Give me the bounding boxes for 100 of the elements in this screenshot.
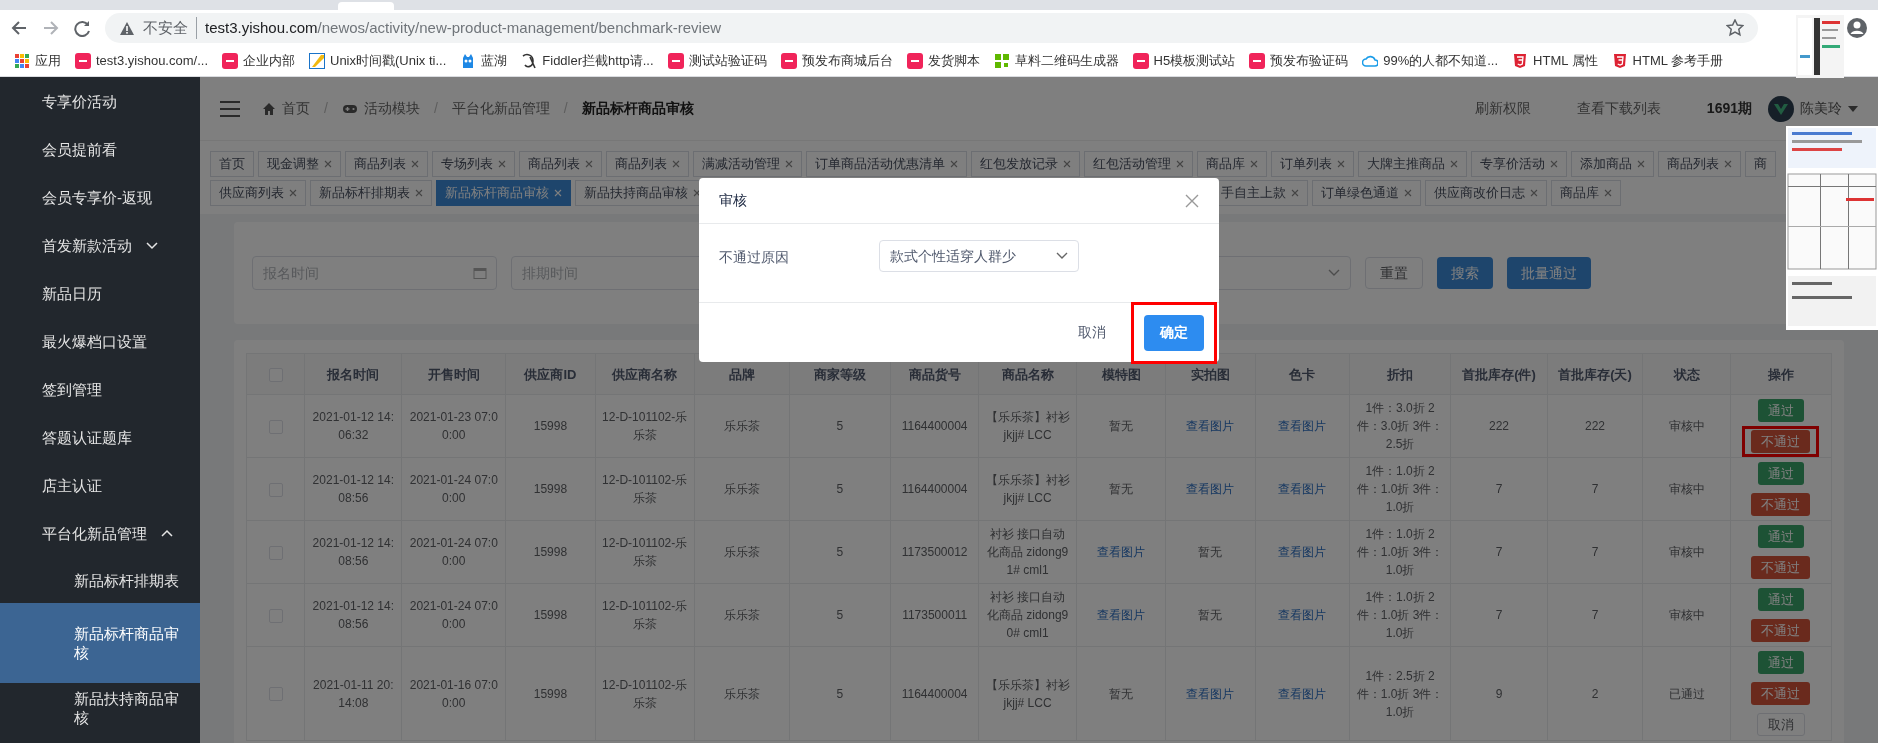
sidebar-item[interactable]: 首发新款活动 bbox=[0, 221, 200, 269]
cancel-button[interactable]: 取消 bbox=[1072, 314, 1112, 351]
select-field[interactable]: 款式个性适穿人群少 bbox=[879, 240, 1079, 272]
page-tab[interactable]: 供应商改价日志 bbox=[1425, 180, 1547, 206]
page-tab[interactable]: 订单列表 bbox=[1271, 151, 1354, 177]
table-cell: 15998 bbox=[533, 608, 568, 622]
page-tab[interactable]: 商 bbox=[1745, 151, 1776, 177]
sidebar-item[interactable]: 新品标杆商品审核 bbox=[0, 603, 200, 683]
page-tab[interactable]: 满减活动管理 bbox=[693, 151, 802, 177]
star-icon[interactable] bbox=[1726, 19, 1744, 37]
sidebar-item[interactable]: 专享价活动 bbox=[0, 77, 200, 125]
page-tab[interactable]: 商品列表 bbox=[1658, 151, 1741, 177]
approve-button[interactable]: 通过 bbox=[1757, 462, 1804, 485]
table-cell: 暂无 bbox=[1109, 686, 1134, 701]
view-image-link[interactable]: 查看图片 bbox=[1278, 545, 1327, 559]
reload-icon[interactable] bbox=[74, 19, 91, 37]
page-tab[interactable]: 首页 bbox=[210, 151, 254, 177]
page-tab[interactable]: 新品标杆排期表 bbox=[310, 180, 432, 206]
sidebar-item[interactable]: 新品扶持商品审核 bbox=[0, 683, 200, 733]
sidebar-item[interactable]: 店主认证 bbox=[0, 461, 200, 509]
bookmark[interactable]: 草料二维码生成器 bbox=[993, 51, 1119, 71]
confirm-button[interactable]: 确定 bbox=[1144, 314, 1204, 351]
avatar[interactable] bbox=[1768, 95, 1794, 122]
bookmark[interactable]: 应用 bbox=[14, 51, 61, 71]
bookmark[interactable]: HTML 参考手册 bbox=[1611, 51, 1724, 71]
bookmark[interactable]: 发货脚本 bbox=[906, 51, 980, 71]
view-image-link[interactable]: 查看图片 bbox=[1278, 419, 1327, 433]
view-image-link[interactable]: 查看图片 bbox=[1186, 419, 1235, 433]
header-link[interactable]: 查看下载列表 bbox=[1576, 98, 1661, 119]
reject-button[interactable]: 不通过 bbox=[1751, 556, 1811, 579]
user-menu[interactable]: 陈美玲 bbox=[1800, 98, 1858, 119]
bookmark[interactable]: H5模板测试站 bbox=[1132, 51, 1236, 71]
sidebar-item[interactable]: 最火爆档口设置 bbox=[0, 317, 200, 365]
bookmark[interactable]: Fiddler拦截http请... bbox=[521, 51, 654, 71]
view-image-link[interactable]: 查看图片 bbox=[1186, 686, 1235, 701]
page-tab[interactable]: 订单商品活动优惠清单 bbox=[806, 151, 967, 177]
view-image-link[interactable]: 查看图片 bbox=[1097, 545, 1146, 559]
page-tab[interactable]: 订单绿色通道 bbox=[1312, 180, 1421, 206]
bookmark[interactable]: HTML 属性 bbox=[1512, 51, 1598, 71]
header-link[interactable]: 刷新权限 bbox=[1474, 98, 1531, 119]
bookmark[interactable]: 测试站验证码 bbox=[667, 51, 767, 71]
bookmark[interactable]: 99%的人都不知道... bbox=[1362, 51, 1499, 71]
bookmark[interactable]: 预发布验证码 bbox=[1249, 51, 1349, 71]
page-tab[interactable]: 新品标杆商品审核 bbox=[436, 180, 571, 206]
button[interactable]: 搜索 bbox=[1437, 257, 1493, 289]
sidebar-item[interactable]: 会员专享价-返现 bbox=[0, 173, 200, 221]
page-tab[interactable]: 专享价活动 bbox=[1471, 151, 1567, 177]
view-image-link[interactable]: 查看图片 bbox=[1186, 482, 1235, 496]
bookmark[interactable]: 蓝湖 bbox=[460, 51, 508, 71]
bookmark[interactable]: test3.yishou.com/... bbox=[75, 51, 208, 71]
sidebar-item[interactable]: 答题认证题库 bbox=[0, 413, 200, 461]
bookmark[interactable]: Unix时间戳(Unix ti... bbox=[309, 51, 447, 71]
breadcrumb[interactable]: 首页 bbox=[262, 98, 310, 119]
breadcrumb: 新品标杆商品审核 bbox=[581, 99, 694, 118]
address-bar[interactable]: 不安全 test3.yishou.com/newos/activity/new-product-management/benchmark-review bbox=[105, 13, 1758, 43]
page-tab[interactable]: 专场列表 bbox=[432, 151, 515, 177]
approve-button[interactable]: 通过 bbox=[1757, 651, 1804, 674]
page-tab[interactable]: 商品库 bbox=[1551, 180, 1621, 206]
table-cell: 审核中 bbox=[1668, 545, 1705, 559]
view-image-link[interactable]: 查看图片 bbox=[1278, 686, 1327, 701]
page-tab[interactable]: 商品列表 bbox=[345, 151, 428, 177]
reject-button[interactable]: 不通过 bbox=[1751, 430, 1811, 453]
menu-icon[interactable] bbox=[220, 99, 240, 118]
page-tab[interactable]: 红包活动管理 bbox=[1084, 151, 1193, 177]
page-tab[interactable]: 手自主上款 bbox=[1219, 180, 1308, 206]
reject-button[interactable]: 不通过 bbox=[1751, 619, 1811, 642]
breadcrumb[interactable]: 活动模块 bbox=[341, 98, 420, 119]
approve-button[interactable]: 通过 bbox=[1757, 525, 1804, 548]
profile-icon[interactable] bbox=[1846, 17, 1868, 39]
forward-icon[interactable] bbox=[42, 19, 60, 37]
page-tab[interactable]: 现金调整 bbox=[258, 151, 341, 177]
page-tab[interactable]: 供应商列表 bbox=[210, 180, 306, 206]
reject-button[interactable]: 不通过 bbox=[1751, 682, 1811, 705]
cancel-button[interactable]: 取消 bbox=[1756, 713, 1805, 736]
bookmark[interactable]: 预发布商城后台 bbox=[780, 51, 893, 71]
view-image-link[interactable]: 查看图片 bbox=[1278, 482, 1327, 496]
sidebar-item[interactable]: 新品日历 bbox=[0, 269, 200, 317]
sidebar-item[interactable]: 签到管理 bbox=[0, 365, 200, 413]
approve-button[interactable]: 通过 bbox=[1757, 399, 1804, 422]
button[interactable]: 批量通过 bbox=[1507, 257, 1591, 289]
page-tab[interactable]: 商品列表 bbox=[519, 151, 602, 177]
page-tab[interactable]: 大牌主推商品 bbox=[1358, 151, 1467, 177]
approve-button[interactable]: 通过 bbox=[1757, 588, 1804, 611]
sidebar-item[interactable]: 会员提前看 bbox=[0, 125, 200, 173]
bookmark[interactable]: 企业内部 bbox=[222, 51, 295, 71]
page-tab[interactable]: 红包发放记录 bbox=[971, 151, 1080, 177]
view-image-link[interactable]: 查看图片 bbox=[1278, 608, 1327, 622]
page-tab[interactable]: 商品库 bbox=[1197, 151, 1267, 177]
breadcrumb[interactable]: 平台化新品管理 bbox=[451, 98, 550, 119]
page-tab[interactable]: 商品列表 bbox=[606, 151, 689, 177]
view-image-link[interactable]: 查看图片 bbox=[1097, 608, 1146, 622]
sidebar-item[interactable]: 新品标杆排期表 bbox=[0, 557, 200, 603]
back-icon[interactable] bbox=[10, 19, 28, 37]
reject-button[interactable]: 不通过 bbox=[1751, 493, 1811, 516]
table-cell: 已通过 bbox=[1668, 686, 1705, 701]
sidebar-item[interactable]: 平台化新品管理 bbox=[0, 509, 200, 557]
url-text: test3.yishou.com/newos/activity/new-product-management/benchmark-review bbox=[205, 17, 722, 38]
table-cell: 【乐乐茶】衬衫jkjj# LCC bbox=[985, 410, 1070, 442]
button[interactable]: 重置 bbox=[1365, 257, 1423, 289]
page-tab[interactable]: 添加商品 bbox=[1571, 151, 1654, 177]
